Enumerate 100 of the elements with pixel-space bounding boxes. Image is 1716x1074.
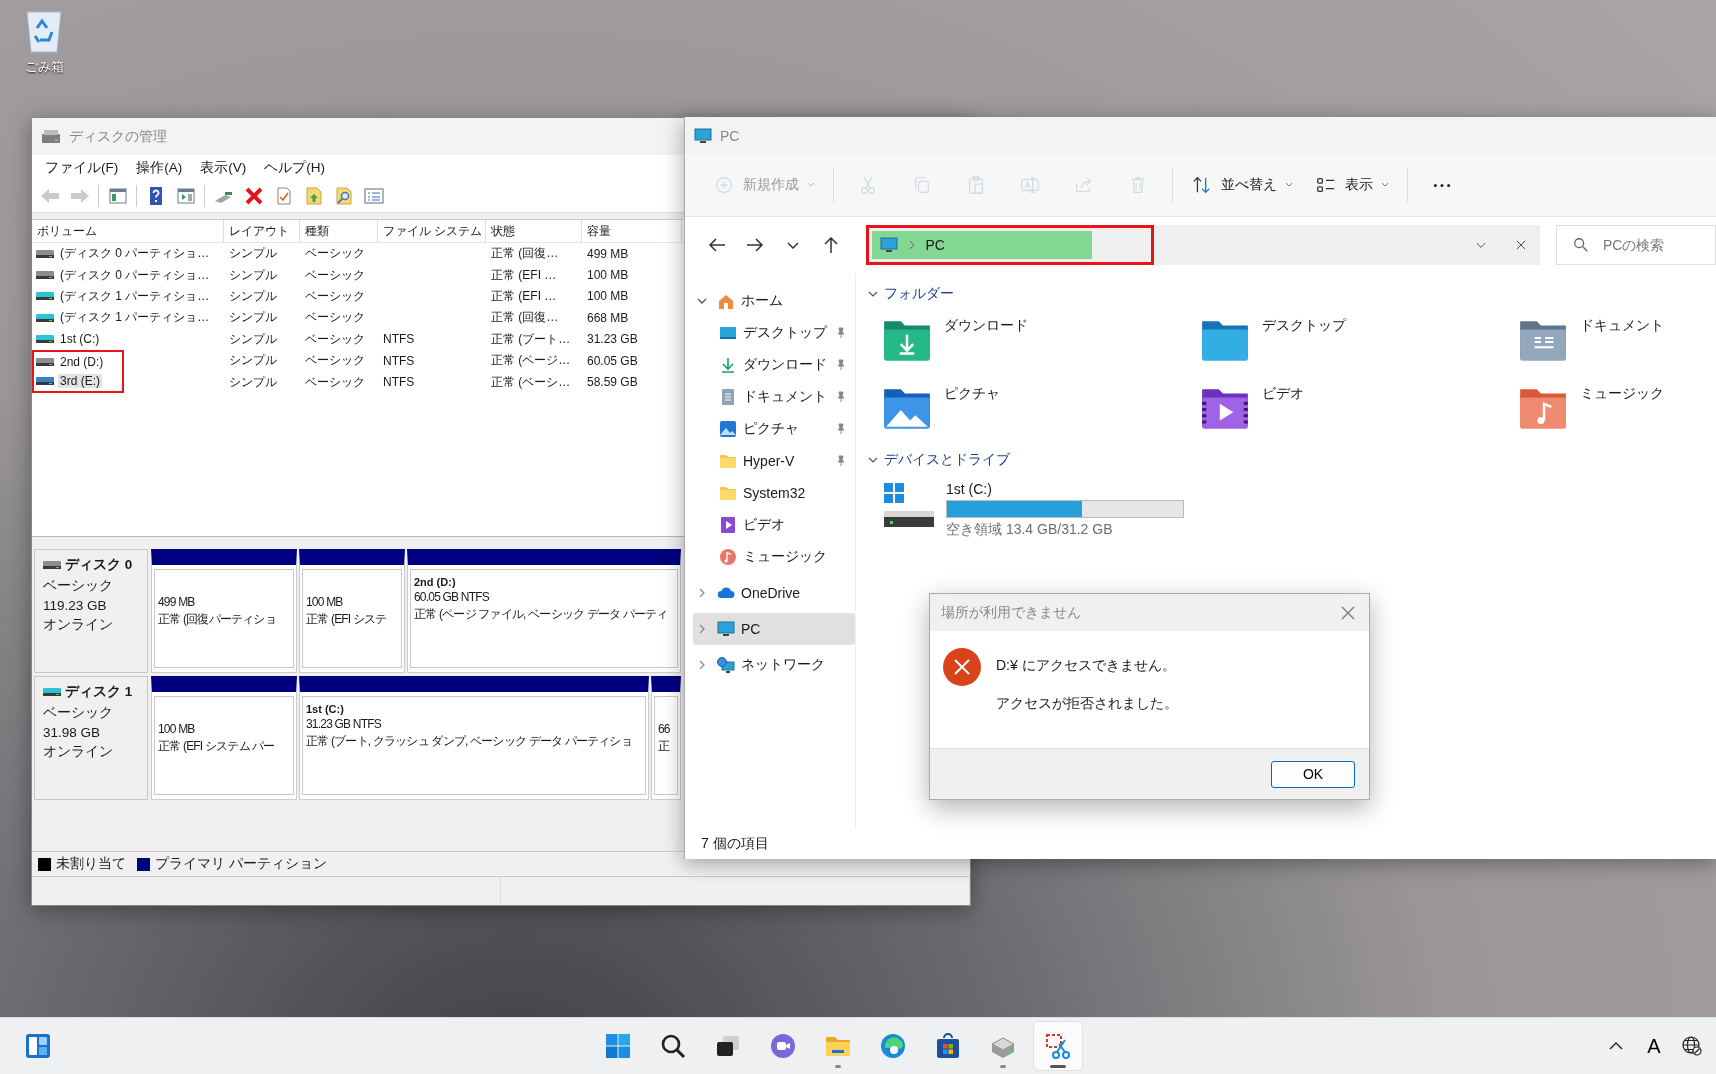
partition-block[interactable]: 66 正 — [651, 676, 681, 800]
disk-name: ディスク 0 — [65, 556, 133, 574]
table-cell: シンプル — [229, 266, 277, 284]
column-header[interactable]: 種類 — [300, 220, 378, 242]
navigation-item[interactable]: PC — [693, 613, 855, 645]
folder-arrow-icon — [303, 186, 324, 206]
table-cell: 58.59 GB — [587, 375, 638, 390]
close-icon — [1341, 605, 1355, 620]
volume-name[interactable]: (ディスク 0 パーティショ… — [58, 245, 212, 263]
table-cell: シンプル — [229, 330, 277, 348]
disk-info-panel[interactable]: ディスク 0 ベーシック 119.23 GB オンライン — [34, 549, 148, 673]
snipping-tool-icon — [1044, 1032, 1072, 1060]
dialog-message: D:¥ にアクセスできません。 — [996, 657, 1177, 675]
table-cell: 668 MB — [587, 310, 629, 325]
menu-item[interactable]: ヘルプ(H) — [255, 158, 334, 177]
column-header[interactable]: 状態 — [486, 220, 582, 242]
partition-block[interactable]: 100 MB 正常 (EFI システム パー — [151, 676, 297, 800]
folder-item[interactable]: ビデオ — [1198, 385, 1516, 435]
partition-detail: 66 — [658, 722, 671, 736]
search-field[interactable]: PCの検索 — [1556, 225, 1716, 265]
partition-detail: 499 MB — [158, 595, 196, 609]
folder-icon — [719, 484, 737, 502]
navigation-item[interactable]: ドキュメント — [693, 381, 855, 413]
partition-block[interactable]: 1st (C:) 31.23 GB NTFS 正常 (ブート, クラッシュ ダンプ, ベーシック データ パーティショ — [299, 676, 649, 800]
volume-name[interactable]: (ディスク 0 パーティショ… — [58, 266, 212, 284]
column-header[interactable]: 容量 — [582, 220, 682, 242]
breadcrumb-item[interactable]: PC — [925, 237, 945, 253]
disk-size: 119.23 GB — [43, 598, 108, 613]
volume-name[interactable]: 3rd (E:) — [58, 374, 102, 389]
section-header[interactable]: デバイスとドライブ — [868, 447, 1716, 473]
table-cell: 正常 (回復… — [491, 309, 559, 327]
drive-item[interactable]: 1st (C:) 空き領域 13.4 GB/31.2 GB — [868, 481, 1716, 539]
navigation-item[interactable]: デスクトップ — [693, 317, 855, 349]
caret-icon — [807, 182, 815, 188]
folder-item[interactable]: ミュージック — [1516, 385, 1716, 435]
legend-label: プライマリ パーティション — [155, 855, 327, 873]
section-header[interactable]: フォルダー — [868, 281, 1716, 307]
column-header[interactable]: レイアウト — [224, 220, 300, 242]
navigation-item[interactable]: Hyper-V — [693, 445, 855, 477]
navigation-item[interactable]: ネットワーク — [693, 649, 855, 681]
column-header[interactable]: ファイル システム — [378, 220, 486, 242]
monitor-icon — [879, 237, 898, 253]
input-method-button[interactable]: A — [1638, 1026, 1670, 1066]
table-cell: 100 MB — [587, 289, 629, 304]
table-cell: 100 MB — [587, 268, 629, 283]
ok-button[interactable]: OK — [1271, 760, 1355, 788]
window-title: ディスクの管理 — [69, 127, 167, 146]
disk-status: オンライン — [43, 616, 114, 634]
back-arrow-icon — [708, 237, 727, 253]
volume-name[interactable]: (ディスク 1 パーティショ… — [58, 287, 212, 305]
folder-icon — [719, 452, 737, 470]
command-button[interactable]: 表示 — [1307, 165, 1397, 205]
delete-icon — [243, 186, 264, 206]
navigation-item[interactable]: OneDrive — [693, 577, 855, 609]
navigation-item[interactable]: System32 — [693, 477, 855, 509]
menu-item[interactable]: ファイル(F) — [36, 158, 128, 177]
column-header[interactable]: ボリューム — [32, 220, 224, 242]
table-cell: 正常 (回復… — [491, 245, 559, 263]
back-arrow-icon — [39, 186, 60, 206]
table-cell: 正常 (EFI … — [491, 287, 557, 305]
drive-icon — [36, 334, 54, 345]
drive-icon — [36, 248, 54, 259]
navigation-item[interactable]: ピクチャ — [693, 413, 855, 445]
navigation-item[interactable]: ミュージック — [693, 541, 855, 573]
table-cell: 60.05 GB — [587, 353, 638, 368]
disk-status: オンライン — [43, 743, 114, 761]
volume-name[interactable]: (ディスク 1 パーティショ… — [58, 309, 212, 327]
navigation-item[interactable]: ホーム — [693, 285, 855, 317]
table-cell: シンプル — [229, 352, 277, 370]
partition-block[interactable]: 100 MB 正常 (EFI システ — [299, 549, 405, 673]
folder-item[interactable]: ピクチャ — [880, 385, 1198, 435]
folder-item[interactable]: ドキュメント — [1516, 317, 1716, 367]
network-icon — [717, 656, 735, 674]
table-cell: ベーシック — [305, 373, 365, 391]
disk-drive-icon — [41, 127, 61, 146]
start-icon — [604, 1032, 632, 1060]
navigation-item[interactable]: ダウンロード — [693, 349, 855, 381]
folder-item[interactable]: デスクトップ — [1198, 317, 1516, 367]
drive-icon — [36, 312, 54, 323]
partition-block[interactable]: 2nd (D:) 60.05 GB NTFS 正常 (ページ ファイル, ベーシック データ パーティ — [407, 549, 681, 673]
disk-info-panel[interactable]: ディスク 1 ベーシック 31.98 GB オンライン — [34, 676, 148, 800]
partition-title: 1st (C:) — [306, 703, 345, 715]
music-note-icon — [719, 548, 737, 566]
menu-item[interactable]: 表示(V) — [191, 158, 256, 177]
table-cell: 正常 (ページ… — [491, 352, 571, 370]
monitor-icon — [717, 620, 735, 638]
volume-name[interactable]: 1st (C:) — [58, 332, 102, 347]
partition-detail: 100 MB — [158, 722, 196, 736]
command-button[interactable]: 並べ替え — [1183, 165, 1301, 205]
menu-item[interactable]: 操作(A) — [127, 158, 192, 177]
partition-block[interactable]: 499 MB 正常 (回復パーティショ — [151, 549, 297, 673]
table-cell: NTFS — [383, 375, 415, 390]
desktop-folder-icon — [719, 324, 737, 342]
checklist-icon — [363, 186, 384, 206]
navigation-item[interactable]: ビデオ — [693, 509, 855, 541]
volume-name[interactable]: 2nd (D:) — [58, 354, 106, 369]
address-bar[interactable]: PC — [865, 225, 1540, 265]
close-icon[interactable] — [1514, 238, 1528, 252]
partition-detail: 31.23 GB NTFS — [306, 717, 382, 731]
folder-item[interactable]: ダウンロード — [880, 317, 1198, 367]
